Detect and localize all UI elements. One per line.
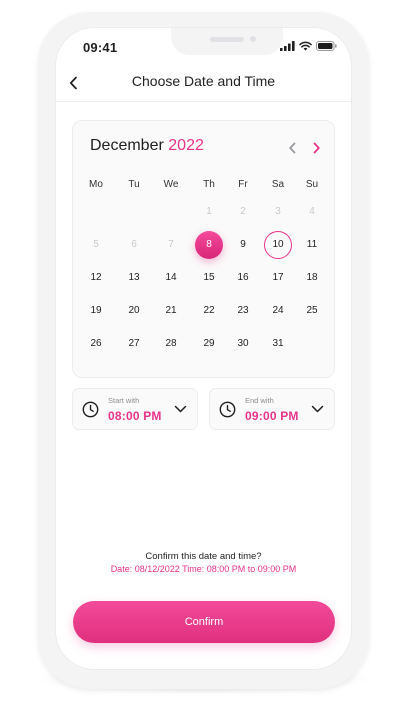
calendar-day[interactable]: 13	[120, 264, 148, 292]
weekday-label: Th	[203, 179, 215, 190]
end-time-caption: End with	[245, 396, 274, 405]
weekday-label: Mo	[89, 179, 103, 190]
next-month-button[interactable]	[308, 140, 324, 156]
calendar-day[interactable]: 9	[229, 231, 257, 259]
camera	[250, 36, 256, 42]
start-time-caption: Start with	[108, 396, 140, 405]
clock-icon	[219, 401, 236, 418]
calendar-day[interactable]: 23	[229, 297, 257, 325]
calendar-day[interactable]: 27	[120, 330, 148, 358]
calendar-day[interactable]: 28	[157, 330, 185, 358]
year-label: 2022	[168, 137, 204, 154]
calendar-day[interactable]: 18	[298, 264, 326, 292]
calendar-day: 3	[275, 206, 281, 217]
speaker	[210, 37, 244, 42]
calendar-day-selected[interactable]: 8	[195, 231, 223, 259]
confirm-button[interactable]: Confirm	[73, 601, 335, 643]
calendar-day[interactable]: 14	[157, 264, 185, 292]
calendar-day[interactable]: 25	[298, 297, 326, 325]
calendar-day[interactable]: 29	[195, 330, 223, 358]
confirm-question: Confirm this date and time?	[145, 551, 262, 562]
calendar-day[interactable]: 16	[229, 264, 257, 292]
calendar-day: 5	[93, 239, 99, 250]
header: Choose Date and Time	[56, 68, 351, 102]
calendar-day[interactable]: 20	[120, 297, 148, 325]
chevron-down-icon	[174, 405, 187, 413]
chevron-right-icon	[313, 142, 320, 154]
calendar-day: 1	[206, 206, 212, 217]
calendar-day[interactable]: 11	[298, 231, 326, 259]
prev-month-button[interactable]	[284, 140, 300, 156]
battery-icon	[316, 41, 337, 51]
end-time-value: 09:00 PM	[245, 409, 299, 423]
end-time-select[interactable]: End with 09:00 PM	[209, 388, 335, 430]
calendar-day: 7	[168, 239, 174, 250]
calendar-day[interactable]: 31	[264, 330, 292, 358]
weekday-label: We	[163, 179, 179, 190]
calendar-day-today[interactable]: 10	[264, 231, 292, 259]
calendar-day[interactable]: 15	[195, 264, 223, 292]
calendar-day[interactable]: 21	[157, 297, 185, 325]
weekday-label: Sa	[271, 179, 285, 190]
wifi-icon	[299, 41, 312, 51]
header-divider	[56, 101, 351, 102]
month-label: December	[90, 137, 164, 154]
status-icons	[280, 41, 337, 51]
calendar-day[interactable]: 26	[82, 330, 110, 358]
status-time: 09:41	[83, 40, 118, 55]
chevron-left-icon	[288, 142, 295, 154]
confirm-details: Date: 08/12/2022 Time: 08:00 PM to 09:00…	[110, 564, 297, 574]
calendar-day[interactable]: 30	[229, 330, 257, 358]
weekday-label: Su	[305, 179, 319, 190]
calendar-day: 2	[240, 206, 246, 217]
calendar-card: December 2022 Mo Tu We Th Fr Sa Su 1 2 3 4 5 6 7 8 9 10…	[72, 120, 335, 378]
phone-screen: 09:41 Choose Date and Time December 2022	[56, 28, 351, 669]
weekday-label: Tu	[128, 179, 140, 190]
start-time-value: 08:00 PM	[108, 409, 162, 423]
calendar-day[interactable]: 22	[195, 297, 223, 325]
notch	[171, 28, 283, 55]
calendar-day: 4	[309, 206, 315, 217]
calendar-day[interactable]: 17	[264, 264, 292, 292]
calendar-day: 6	[131, 239, 137, 250]
page-title: Choose Date and Time	[131, 73, 276, 89]
calendar-day[interactable]: 24	[264, 297, 292, 325]
calendar-day[interactable]: 19	[82, 297, 110, 325]
signal-icon	[280, 41, 295, 51]
calendar-day[interactable]: 12	[82, 264, 110, 292]
weekday-label: Fr	[238, 179, 248, 190]
chevron-down-icon	[311, 405, 324, 413]
start-time-select[interactable]: Start with 08:00 PM	[72, 388, 198, 430]
clock-icon	[82, 401, 99, 418]
month-year-label: December 2022	[90, 137, 204, 155]
